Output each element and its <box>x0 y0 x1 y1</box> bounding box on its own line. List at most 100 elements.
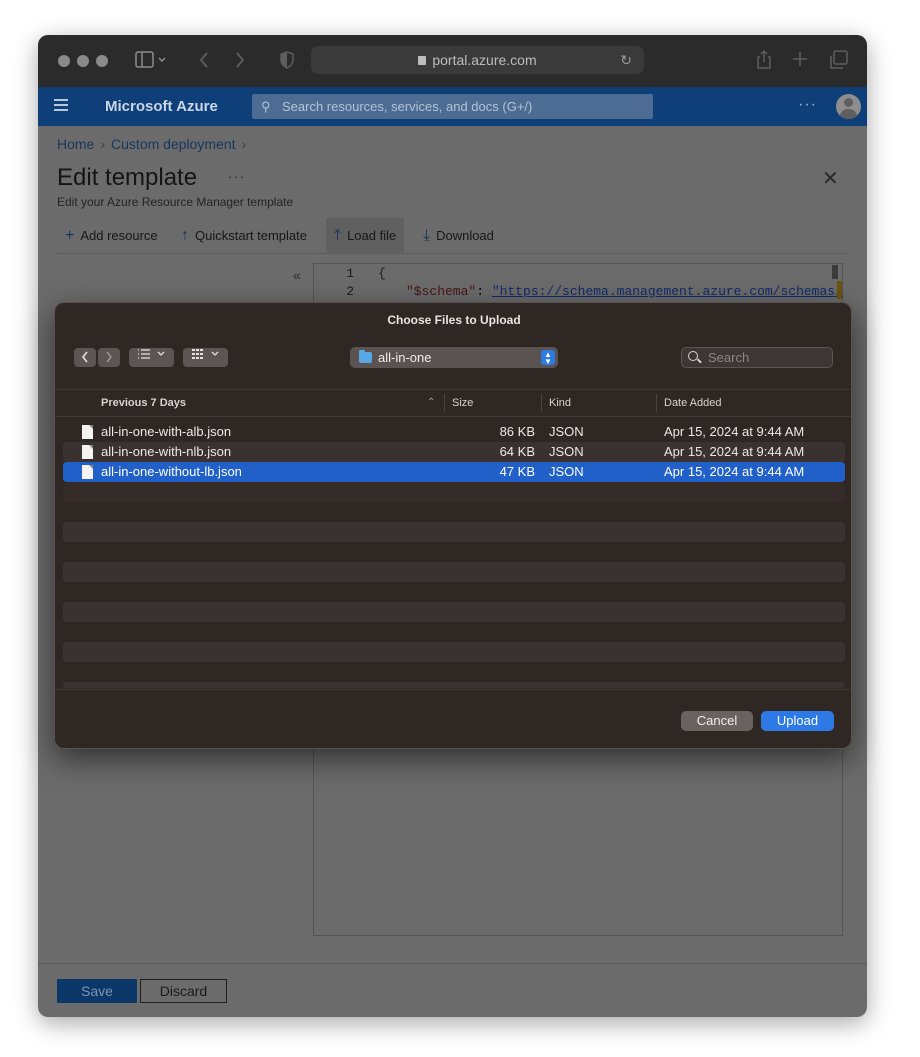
command-bar: + Add resource ↑ Quickstart template ⤒ Load… <box>57 218 848 254</box>
azure-brand[interactable]: Microsoft Azure <box>105 87 218 126</box>
discard-button[interactable]: Discard <box>140 979 227 1003</box>
new-tab-icon[interactable] <box>792 51 808 70</box>
forward-icon[interactable] <box>234 51 246 72</box>
column-size-header[interactable]: Size <box>452 390 473 416</box>
minimize-window-button[interactable] <box>77 55 89 67</box>
search-icon <box>688 348 700 361</box>
search-icon: ⚲ <box>261 99 271 114</box>
breadcrumb-custom-deployment[interactable]: Custom deployment <box>111 136 236 152</box>
grid-view-button[interactable] <box>183 348 228 367</box>
avatar[interactable] <box>836 94 861 119</box>
breadcrumb: Home › Custom deployment › <box>57 136 252 152</box>
address-bar[interactable]: portal.azure.com ↻ <box>311 46 644 74</box>
page-footer: Save Discard <box>38 963 867 1017</box>
upload-button[interactable]: Upload <box>761 711 834 731</box>
file-kind: JSON <box>549 464 584 479</box>
download-button[interactable]: ⤓ Download <box>423 218 494 254</box>
location-label: all-in-one <box>378 350 432 365</box>
download-icon: ⤓ <box>423 227 431 244</box>
quickstart-label: Quickstart template <box>195 228 307 243</box>
file-name: all-in-one-without-lb.json <box>101 464 242 479</box>
cancel-button[interactable]: Cancel <box>681 711 753 731</box>
dialog-back-button[interactable] <box>74 348 96 367</box>
share-icon[interactable] <box>756 49 772 73</box>
breadcrumb-home[interactable]: Home <box>57 136 94 152</box>
empty-row-stripe <box>63 602 845 622</box>
file-row[interactable]: all-in-one-with-alb.json 86 KB JSON Apr … <box>63 422 845 442</box>
dialog-forward-button[interactable] <box>98 348 120 367</box>
arrow-up-icon: ↑ <box>181 227 189 244</box>
sort-ascending-icon[interactable]: ⌃ <box>427 390 435 416</box>
column-divider <box>541 394 542 412</box>
add-resource-label: Add resource <box>80 228 158 243</box>
tab-overview-icon[interactable] <box>829 50 849 73</box>
load-file-button[interactable]: ⤒ Load file <box>326 218 405 254</box>
dialog-search-input[interactable]: Search <box>681 347 833 368</box>
close-icon[interactable]: ✕ <box>822 166 839 191</box>
upload-icon: ⤒ <box>334 227 342 244</box>
location-dropdown[interactable]: all-in-one ▲ ▼ <box>350 347 558 368</box>
load-file-label: Load file <box>347 228 397 243</box>
global-search-input[interactable]: ⚲ Search resources, services, and docs (… <box>252 94 653 119</box>
quickstart-template-button[interactable]: ↑ Quickstart template <box>181 218 307 254</box>
portal-menu-icon[interactable] <box>54 99 68 111</box>
global-search-placeholder: Search resources, services, and docs (G+… <box>282 99 533 114</box>
code-line-2: "$schema": "https://schema.management.az… <box>406 284 843 299</box>
list-view-button[interactable] <box>129 348 174 367</box>
schema-separator: : <box>476 284 492 299</box>
header-more-icon[interactable]: ··· <box>798 87 817 123</box>
chevron-right-icon <box>106 351 113 363</box>
column-kind-header[interactable]: Kind <box>549 390 571 416</box>
file-kind: JSON <box>549 424 584 439</box>
empty-row-stripe <box>63 682 845 688</box>
collapse-panel-icon[interactable]: « <box>293 267 301 283</box>
address-text: portal.azure.com <box>432 52 537 68</box>
file-date: Apr 15, 2024 at 9:44 AM <box>664 464 805 479</box>
azure-header: Microsoft Azure ⚲ Search resources, serv… <box>38 87 867 126</box>
sidebar-toggle-icon[interactable] <box>135 51 167 72</box>
privacy-shield-icon[interactable] <box>280 51 294 72</box>
line-number: 2 <box>346 284 354 299</box>
file-size: 86 KB <box>499 424 535 439</box>
file-size: 64 KB <box>499 444 535 459</box>
plus-icon: + <box>65 227 75 244</box>
file-date: Apr 15, 2024 at 9:44 AM <box>664 444 805 459</box>
back-icon[interactable] <box>198 51 210 72</box>
dialog-search-placeholder: Search <box>708 350 750 365</box>
lock-icon <box>418 56 427 65</box>
file-name: all-in-one-with-nlb.json <box>101 444 232 459</box>
browser-toolbar: portal.azure.com ↻ <box>38 35 867 87</box>
file-row-selected[interactable]: all-in-one-without-lb.json 47 KB JSON Ap… <box>63 462 845 482</box>
column-divider <box>444 394 445 412</box>
empty-row-stripe <box>63 482 845 502</box>
code-line-1: { <box>378 266 386 281</box>
grid-icon <box>192 349 219 359</box>
document-icon <box>82 465 93 479</box>
reload-icon[interactable]: ↻ <box>620 46 632 74</box>
file-row[interactable]: all-in-one-with-nlb.json 64 KB JSON Apr … <box>63 442 845 462</box>
column-date-header[interactable]: Date Added <box>664 390 722 416</box>
schema-key: "$schema" <box>406 284 477 299</box>
editor-overview-marker <box>837 281 842 299</box>
column-name-header[interactable]: Previous 7 Days <box>101 390 186 416</box>
schema-value: "https://schema.management.azure.com/sch… <box>491 284 843 299</box>
empty-row-stripe <box>63 642 845 662</box>
file-list-header: Previous 7 Days ⌃ Size Kind Date Added <box>55 389 851 417</box>
close-window-button[interactable] <box>58 55 70 67</box>
list-icon <box>138 349 165 359</box>
file-name: all-in-one-with-alb.json <box>101 424 232 439</box>
editor-scrollbar[interactable] <box>832 265 838 279</box>
zoom-window-button[interactable] <box>96 55 108 67</box>
title-more-icon[interactable]: ··· <box>228 168 245 184</box>
chevron-left-icon <box>81 351 88 363</box>
document-icon <box>82 425 93 439</box>
dialog-footer: Cancel Upload <box>55 689 851 748</box>
breadcrumb-chevron-icon: › <box>100 136 106 152</box>
column-divider <box>656 394 657 412</box>
add-resource-button[interactable]: + Add resource <box>65 218 158 254</box>
document-icon <box>82 445 93 459</box>
save-button[interactable]: Save <box>57 979 137 1003</box>
line-number: 1 <box>346 266 354 281</box>
file-size: 47 KB <box>499 464 535 479</box>
dialog-title: Choose Files to Upload <box>387 313 521 327</box>
